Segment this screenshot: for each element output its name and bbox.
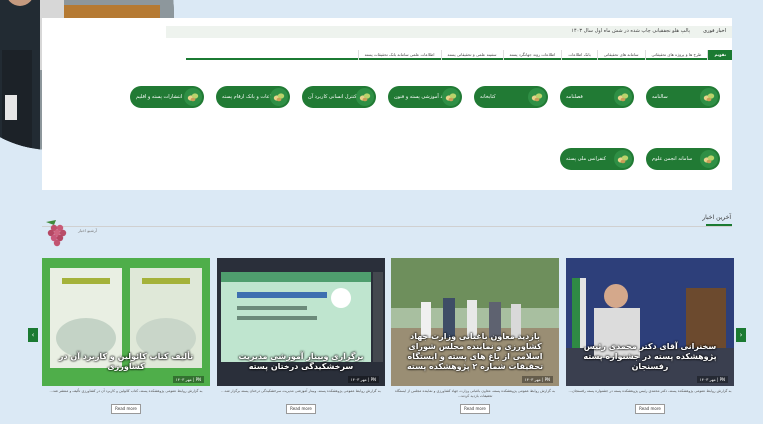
divider [42,226,732,227]
page: اخبار فوری پالپ هلو نجفقیانی چاپ شده در … [0,0,763,424]
quicklink-pill[interactable]: سالنامه [646,86,720,108]
news-snippet: به گزارش روابط عمومی پژوهشکده پسته، معاو… [395,389,555,398]
news-card[interactable]: سخنرانی آقای دکتر محمدی رئیس پژوهشکده پس… [566,258,734,386]
news-caption[interactable]: برگزاری وبینار آموزشی مدیریت سرخشکیدگی د… [221,352,381,372]
news-snippet: به گزارش روابط عمومی پژوهشکده پسته، کتاب… [49,389,203,393]
quicklink-pill[interactable]: فصلنامه [560,86,634,108]
news-meta: PN | مهر ۱۴۰۳ [172,376,204,383]
tab-science-info[interactable]: اطلاعات علمی سامانه بانک تحقیقات پسته [357,50,441,60]
news-card[interactable]: تألیف کتاب کائولین و کاربرد آن در کشاورز… [42,258,210,386]
quicklink-pill[interactable]: سامانه انجمن علوم [646,148,720,170]
quicklink-label: سالنامه [652,94,668,100]
archive-link[interactable]: آرشیو اخبار [78,228,97,233]
news-card[interactable]: برگزاری وبینار آموزشی مدیریت سرخشکیدگی د… [217,258,385,386]
tab-science-vessel[interactable]: سفینه علمی و تحقیقاتی پسته [440,50,503,60]
quicklink-label: انتشارات پسته و اقلیم [136,94,183,100]
news-snippet: به گزارش روابط عمومی پژوهشکده پسته، وبین… [221,389,381,393]
news-caption[interactable]: بازدید معاون باغبانی وزارت جهاد کشاورزی … [395,332,555,372]
news-section-title: آخرین اخبار [702,214,731,221]
news-caption[interactable]: تألیف کتاب کائولین و کاربرد آن در کشاورز… [46,352,206,372]
quicklink-label: فصلنامه [566,94,583,100]
carousel-next-arrow-icon[interactable]: › [736,328,746,342]
news-meta: PN | مهر ۱۴۰۳ [696,376,728,383]
read-more-button[interactable]: Read more [111,404,141,414]
quicklink-pill[interactable]: اطلاعات و بانک ارقام پسته [216,86,290,108]
read-more-button[interactable]: Read more [460,404,490,414]
quicklink-pill[interactable]: کنفرانس ملی پسته [560,148,634,170]
quicklink-label: سامانه انجمن علوم [652,156,693,162]
carousel-prev-arrow-icon[interactable]: ‹ [28,328,38,342]
quicklink-label: کتابخانه [480,94,496,100]
tab-global-trends[interactable]: اطلاعات روند جهانگرد پسته [502,50,562,60]
tab-calendar[interactable]: تقویم [707,50,732,60]
pistachio-icon [700,88,718,106]
news-meta: PN | مهر ۱۴۰۳ [347,376,379,383]
pistachio-icon [614,150,632,168]
news-meta: PN | مهر ۱۴۰۳ [521,376,553,383]
news-card[interactable]: بازدید معاون باغبانی وزارت جهاد کشاورزی … [391,258,559,386]
quicklink-label: کنترل انسانی کاربرد آن [308,94,357,100]
pistachio-icon [356,88,374,106]
quicklink-pill[interactable]: کنترل انسانی کاربرد آن [302,86,376,108]
quicklink-pill[interactable]: انتشارات پسته و اقلیم [130,86,204,108]
pistachio-icon [700,150,718,168]
grape-icon [42,216,72,250]
pistachio-icon [270,88,288,106]
pistachio-icon [614,88,632,106]
news-ticker[interactable]: اخبار فوری پالپ هلو نجفقیانی چاپ شده در … [166,26,732,38]
nav-tabs: تقویم طرح ها و پروژه های تحقیقاتی سامانه… [186,50,732,60]
pistachio-icon [184,88,202,106]
pistachio-icon [528,88,546,106]
news-caption[interactable]: سخنرانی آقای دکتر محمدی رئیس پژوهشکده پس… [570,342,730,372]
read-more-button[interactable]: Read more [286,404,316,414]
tab-research-systems[interactable]: سامانه های تحقیقاتی [596,50,645,60]
news-snippet: به گزارش روابط عمومی پژوهشکده پسته، دکتر… [568,389,732,393]
pistachio-icon [442,88,460,106]
tab-research-projects[interactable]: طرح ها و پروژه های تحقیقاتی [644,50,708,60]
ticker-text[interactable]: پالپ هلو نجفقیانی چاپ شده در شش ماه اول … [571,28,690,34]
ticker-label: اخبار فوری [703,28,726,34]
tab-databank[interactable]: بانک اطلاعات [561,50,596,60]
quicklink-pill[interactable]: کتابخانه [474,86,548,108]
quicklink-pill[interactable]: بازدید آموزشی پسته و فنون [388,86,462,108]
read-more-button[interactable]: Read more [635,404,665,414]
quicklink-label: کنفرانس ملی پسته [566,156,607,162]
